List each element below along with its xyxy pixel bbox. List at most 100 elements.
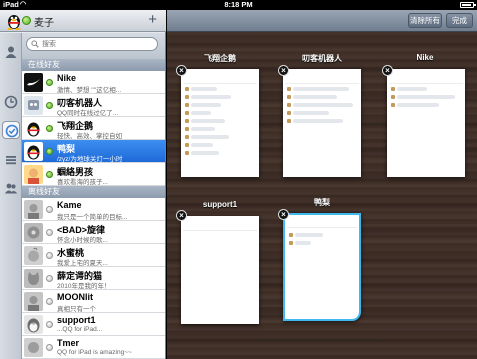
offline-status-icon <box>46 298 53 305</box>
online-status-icon <box>46 171 53 178</box>
close-card-button[interactable]: × <box>382 65 393 76</box>
search-icon <box>31 40 39 48</box>
contact-row-moonlit[interactable]: MOONlit 真相只有一个 <box>22 290 165 313</box>
offline-status-icon <box>46 275 53 282</box>
online-status-icon <box>46 148 53 155</box>
online-status-icon[interactable] <box>22 16 31 25</box>
done-button[interactable]: 完成 <box>446 13 473 28</box>
contact-name: support1 <box>57 315 96 325</box>
avatar <box>24 315 43 334</box>
battery-icon <box>460 2 476 8</box>
offline-status-icon <box>46 321 53 328</box>
chat-card-nike[interactable] <box>387 69 465 177</box>
card-title: support1 <box>202 200 238 209</box>
clock: 8:18 PM <box>224 0 253 9</box>
contact-signature: 我只是一个简单的目标... <box>57 214 128 221</box>
contact-signature: /zyz/为地球关灯一小时 <box>57 156 123 163</box>
account-nickname: 麦子 <box>34 18 54 29</box>
contact-signature: QQ for iPad is amazing~~ <box>57 349 132 356</box>
tab-groups[interactable] <box>2 179 20 197</box>
contact-list: 在线好友 Nike 激情、梦想 ''''这亿相... 叨客机器人 QQ同时在线过… <box>22 59 165 359</box>
avatar <box>24 165 43 184</box>
contact-signature: QQ同时在线过亿了... <box>57 110 119 117</box>
chat-switcher-area: 清除所有 完成 飞翔企鹅 × 叨客机器人 × Nike × support1 ×… <box>167 10 477 359</box>
contact-row-tmer[interactable]: Tmer QQ for iPad is amazing~~ <box>22 336 165 359</box>
avatar <box>24 338 43 357</box>
contact-name: MOONlit <box>57 292 93 302</box>
group-header-offline[interactable]: 离线好友 <box>22 186 165 198</box>
main-toolbar: 清除所有 完成 <box>167 10 477 32</box>
avatar <box>24 96 43 115</box>
online-status-icon <box>46 125 53 132</box>
chat-card-flying-penguin[interactable] <box>181 69 259 177</box>
close-card-button[interactable]: × <box>176 210 187 221</box>
status-bar: iPad ◠ 8:18 PM <box>0 0 477 10</box>
contact-row-support1[interactable]: support1 ...QQ for iPad... <box>22 313 165 336</box>
tab-chat[interactable] <box>2 121 20 139</box>
avatar <box>24 269 43 288</box>
contact-row-yali[interactable]: 鸭梨 /zyz/为地球关灯一小时 <box>22 140 165 163</box>
chat-card-yali[interactable] <box>283 213 361 321</box>
offline-status-icon <box>46 252 53 259</box>
search-input[interactable] <box>42 39 152 50</box>
qq-penguin-icon[interactable] <box>5 12 23 30</box>
contact-name: Tmer <box>57 338 80 348</box>
contact-signature: 我爱上宅的夏天... <box>57 260 108 267</box>
online-status-icon <box>46 102 53 109</box>
avatar <box>24 142 43 161</box>
contact-name: Nike <box>57 73 77 83</box>
contact-row-nike[interactable]: Nike 激情、梦想 ''''这亿相... <box>22 71 165 94</box>
contact-row-robot[interactable]: 叨客机器人 QQ同时在线过亿了... <box>22 94 165 117</box>
close-card-button[interactable]: × <box>278 209 289 220</box>
group-header-online[interactable]: 在线好友 <box>22 59 165 71</box>
card-title: 飞翔企鹅 <box>204 54 236 63</box>
chat-card-robot[interactable] <box>283 69 361 177</box>
avatar <box>24 73 43 92</box>
contact-signature: 怀念小时候的歌... <box>57 237 108 244</box>
contact-row-kame[interactable]: Kame 我只是一个简单的目标... <box>22 198 165 221</box>
contact-name: Kame <box>57 200 82 210</box>
avatar <box>24 223 43 242</box>
clear-all-button[interactable]: 清除所有 <box>408 13 442 28</box>
avatar <box>24 246 43 265</box>
contact-row-peach[interactable]: 水蜜桃 我爱上宅的夏天... <box>22 244 165 267</box>
avatar <box>24 292 43 311</box>
card-title: 叨客机器人 <box>302 54 342 63</box>
offline-status-icon <box>46 206 53 213</box>
search-field[interactable] <box>26 37 158 51</box>
contact-row-bad-melody[interactable]: <BAD>旋律 怀念小时候的歌... <box>22 221 165 244</box>
online-status-icon <box>46 79 53 86</box>
close-card-button[interactable]: × <box>176 65 187 76</box>
contact-signature: 喜欢看海的孩子... <box>57 179 108 186</box>
sidebar-header: 麦子 + <box>0 10 166 32</box>
close-card-button[interactable]: × <box>278 65 289 76</box>
contact-signature: ...QQ for iPad... <box>57 326 103 333</box>
battery-fill <box>462 4 471 6</box>
contact-row-network-boy[interactable]: 蝈絡男孩 喜欢看海的孩子... <box>22 163 165 186</box>
contact-row-schrodinger-cat[interactable]: 薛定谔的猫 2010年是我的年！ <box>22 267 165 290</box>
search-bar <box>22 33 165 59</box>
chat-icon <box>5 124 19 138</box>
chat-card-support1[interactable] <box>181 216 259 324</box>
tab-list[interactable] <box>2 151 20 169</box>
groups-icon <box>4 183 18 194</box>
contact-signature: 真相只有一个 <box>57 306 96 313</box>
recent-icon <box>4 95 18 109</box>
avatar <box>24 200 43 219</box>
contact-signature: 2010年是我的年！ <box>57 283 111 290</box>
sidebar-tabbar <box>0 33 22 359</box>
avatar <box>24 119 43 138</box>
add-contact-button[interactable]: + <box>148 11 157 29</box>
contact-signature: 轻快、高效、掌控自如 <box>57 133 122 140</box>
offline-status-icon <box>46 344 53 351</box>
tab-contacts[interactable] <box>2 43 20 61</box>
tab-recent[interactable] <box>2 93 20 111</box>
contacts-icon <box>5 46 17 58</box>
card-title: 鸭梨 <box>314 198 330 207</box>
card-title: Nike <box>416 53 434 62</box>
list-icon <box>6 156 16 165</box>
contact-row-flying-penguin[interactable]: 飞翔企鹅 轻快、高效、掌控自如 <box>22 117 165 140</box>
sidebar: 麦子 + 在线好友 Nike 激情、梦想 ''''这亿相.. <box>0 10 166 359</box>
offline-status-icon <box>46 229 53 236</box>
contact-signature: 激情、梦想 ''''这亿相... <box>57 87 122 94</box>
